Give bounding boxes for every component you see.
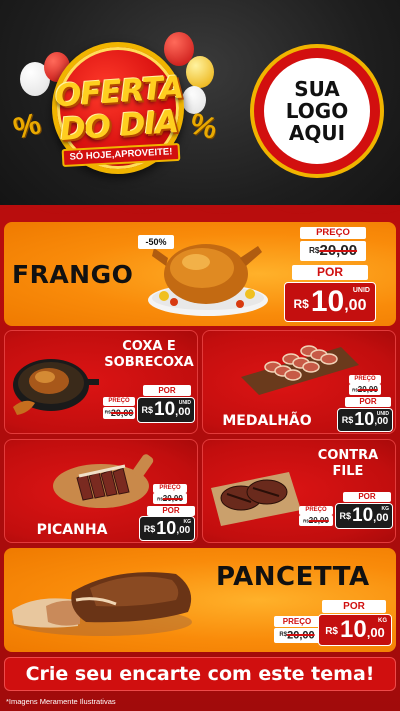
new-price-integer: 10 — [154, 399, 176, 420]
currency-symbol: R$ — [341, 415, 354, 425]
product-card-coxa-sobrecoxa[interactable]: COXA E SOBRECOXA POR PREÇO R$20,00 R$ 10… — [4, 330, 198, 434]
preco-label: PREÇO — [103, 397, 135, 406]
preco-label: PREÇO — [349, 375, 381, 384]
new-price-decimals: ,00 — [374, 416, 389, 427]
price-unit: UNID — [352, 287, 370, 294]
por-label: POR — [322, 600, 386, 613]
por-label: POR — [143, 385, 191, 396]
product-name: COXA E SOBRECOXA — [103, 339, 195, 371]
logo-inner: SUA LOGO AQUI — [264, 58, 370, 164]
price-unit: KG — [183, 519, 192, 525]
product-name: PICANHA — [36, 522, 108, 538]
product-name-line2: FILE — [332, 464, 364, 479]
new-price: R$ 10 ,00 KG — [318, 614, 392, 646]
old-price-value: 20,00 — [308, 516, 329, 525]
preco-label: PREÇO — [299, 506, 333, 515]
new-price: R$ 10 ,00 KG — [139, 516, 195, 541]
picanha-board-image — [53, 454, 154, 508]
price-unit: KG — [378, 618, 387, 624]
currency-symbol: R$ — [293, 297, 309, 311]
logo-line1: SUA — [294, 77, 340, 101]
new-price: R$ 10 ,00 KG — [335, 503, 393, 529]
logo-text: SUA LOGO AQUI — [286, 78, 348, 144]
currency-symbol: R$ — [325, 626, 338, 637]
old-price-value: 20,00 — [162, 494, 183, 503]
new-price-integer: 10 — [354, 409, 375, 429]
old-price-value: 20,00 — [357, 385, 378, 394]
old-price: R$20,00 — [299, 515, 333, 526]
product-name-line1: COXA E — [122, 339, 176, 354]
por-label: POR — [343, 492, 391, 502]
old-price: R$20,00 — [153, 493, 187, 504]
por-label: POR — [345, 397, 391, 407]
old-price-value: 20,00 — [319, 242, 358, 259]
logo-line2: LOGO — [285, 99, 349, 123]
discount-badge: -50% — [138, 235, 174, 249]
por-label: POR — [292, 265, 368, 280]
preco-label: PREÇO — [153, 484, 187, 493]
logo-line3: AQUI — [288, 121, 346, 145]
product-name-line1: CONTRA — [317, 448, 379, 463]
old-price: R$20,00 — [274, 628, 320, 643]
currency-symbol: R$ — [141, 405, 154, 415]
old-price: R$20,00 — [300, 241, 366, 261]
new-price: R$ 10 ,00 UNID — [337, 408, 393, 432]
logo-placeholder: SUA LOGO AQUI — [250, 44, 384, 178]
product-card-contra-file[interactable]: CONTRA FILE POR PREÇO R$20,00 R$ 10 ,00 … — [202, 439, 396, 543]
new-price-decimals: ,00 — [175, 406, 191, 418]
new-price-integer: 10 — [340, 616, 367, 643]
new-price-integer: 10 — [352, 505, 374, 526]
wave-divider — [0, 206, 400, 220]
por-label: POR — [147, 506, 195, 516]
new-price: R$ 10 ,00 UNID — [137, 397, 195, 423]
old-price-value: 20,00 — [110, 408, 134, 418]
price-unit: KG — [381, 506, 390, 512]
product-name: FRANGO — [12, 260, 134, 289]
old-price: R$20,00 — [103, 407, 135, 419]
new-price-decimals: ,00 — [373, 512, 389, 524]
pancetta-image — [12, 572, 192, 636]
price-unit: UNID — [178, 400, 191, 406]
oferta-do-dia-badge: % % OFERTA DO DIA SÓ HOJE,APROVEITE! — [10, 22, 221, 192]
product-card-medalhao[interactable]: PREÇO R$20,00 POR MEDALHÃO R$ 10 ,00 UNI… — [202, 330, 396, 434]
old-price-value: 20,00 — [287, 629, 315, 642]
product-card-picanha[interactable]: PREÇO R$20,00 POR PICANHA R$ 10 ,00 KG — [4, 439, 198, 543]
product-card-frango[interactable]: FRANGO PREÇO R$20,00 POR R$ 10 ,00 UNID — [4, 222, 396, 326]
currency-symbol: R$ — [279, 632, 288, 638]
product-name: MEDALHÃO — [222, 413, 312, 429]
cta-banner[interactable]: Crie seu encarte com este tema! — [4, 657, 396, 691]
product-name-line2: SOBRECOXA — [104, 355, 194, 370]
new-price-decimals: ,00 — [344, 297, 367, 314]
contra-file-board-image — [211, 472, 301, 526]
new-price-decimals: ,00 — [366, 625, 385, 640]
footnote: *Imagens Meramente Ilustrativas — [6, 697, 116, 706]
currency-symbol: R$ — [143, 524, 156, 534]
new-price-integer: 10 — [310, 285, 345, 318]
new-price-decimals: ,00 — [176, 525, 191, 536]
preco-label: PREÇO — [300, 227, 366, 239]
new-price: R$ 10 ,00 UNID — [284, 282, 376, 322]
currency-symbol: R$ — [339, 511, 352, 521]
product-card-pancetta[interactable]: PANCETTA POR PREÇO R$20,00 R$ 10 ,00 KG — [4, 548, 396, 652]
price-unit: UNID — [376, 411, 389, 417]
currency-symbol: R$ — [308, 246, 320, 256]
medalhao-skewers-image — [241, 345, 359, 395]
new-price-integer: 10 — [156, 518, 177, 538]
product-name: PANCETTA — [216, 562, 370, 592]
old-price: R$20,00 — [349, 384, 381, 395]
chicken-pan-image — [13, 359, 99, 415]
product-name: CONTRA FILE — [303, 448, 393, 480]
preco-label: PREÇO — [274, 616, 320, 627]
